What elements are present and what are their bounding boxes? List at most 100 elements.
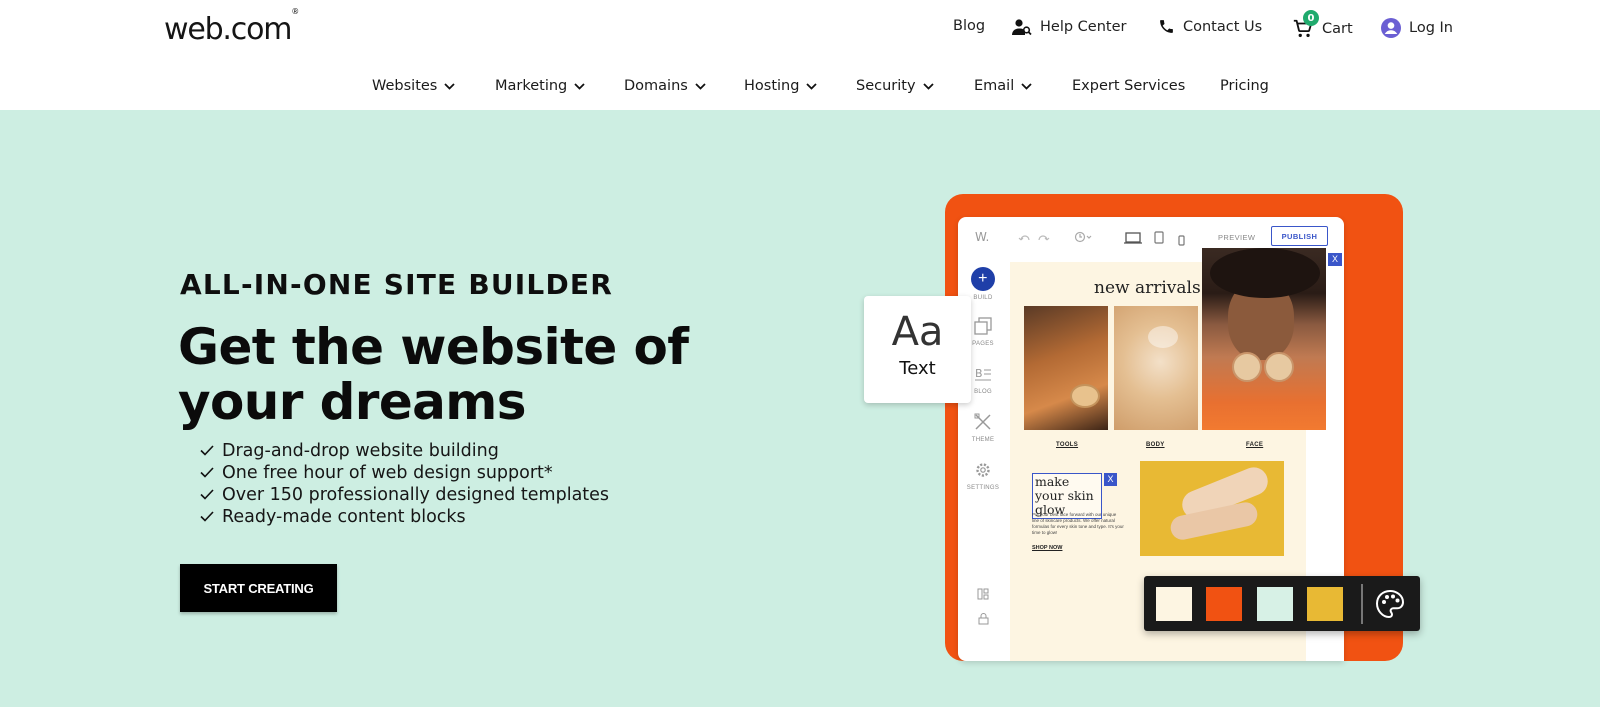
contact-us-link[interactable]: Contact Us — [1158, 18, 1262, 35]
log-in-link[interactable]: Log In — [1381, 18, 1453, 38]
nav-marketing[interactable]: Marketing — [495, 78, 585, 94]
check-icon — [200, 484, 214, 506]
pages-label: PAGES — [972, 341, 994, 347]
help-center-label: Help Center — [1040, 19, 1127, 35]
palette-swatch[interactable] — [1307, 587, 1343, 621]
phone-icon — [1158, 18, 1175, 35]
text-widget-label: Text — [899, 358, 936, 379]
help-center-link[interactable]: Help Center — [1012, 18, 1126, 36]
palette-swatch[interactable] — [1257, 587, 1293, 621]
blog-link[interactable]: Blog — [953, 18, 985, 34]
nav-label: Websites — [372, 78, 438, 94]
close-icon[interactable]: X — [1328, 253, 1342, 266]
theme-label: THEME — [971, 437, 995, 443]
check-icon — [200, 462, 214, 484]
nav-pricing[interactable]: Pricing — [1220, 78, 1269, 94]
nav-label: Domains — [624, 78, 688, 94]
cart-count-badge: 0 — [1303, 10, 1319, 26]
feature-text: One free hour of web design support* — [222, 463, 553, 483]
cart-icon: 0 — [1292, 10, 1319, 40]
cart-link[interactable]: 0 Cart — [1292, 10, 1353, 40]
feature-item: Ready-made content blocks — [200, 506, 609, 528]
promo-body: Put your best face forward with our uniq… — [1032, 512, 1124, 535]
text-widget-glyph: Aa — [891, 309, 944, 355]
text-widget-card[interactable]: Aa Text — [864, 296, 971, 403]
canvas-heading: new arrivals — [1094, 278, 1201, 298]
mobile-view-icon — [1178, 233, 1185, 251]
tools-photo — [1024, 306, 1108, 430]
builder-logo: W. — [975, 230, 990, 244]
lock-icon[interactable] — [978, 612, 989, 630]
nav-security[interactable]: Security — [856, 78, 934, 94]
hero-section: ALL-IN-ONE SITE BUILDER Get the website … — [0, 110, 1600, 707]
paint-palette-icon[interactable] — [1374, 588, 1406, 625]
palette-swatch[interactable] — [1156, 587, 1192, 621]
nav-label: Pricing — [1220, 78, 1269, 94]
nav-label: Expert Services — [1072, 78, 1186, 94]
settings-label: SETTINGS — [966, 485, 1000, 491]
chevron-down-icon — [444, 78, 455, 94]
palette-divider — [1361, 584, 1363, 624]
gear-icon — [974, 461, 992, 481]
nav-label: Hosting — [744, 78, 800, 94]
start-creating-button[interactable]: START CREATING — [180, 564, 337, 612]
category-label: TOOLS — [1056, 442, 1079, 448]
plus-icon: + — [971, 267, 995, 291]
check-icon — [200, 506, 214, 528]
nav-hosting[interactable]: Hosting — [744, 78, 818, 94]
feature-item: One free hour of web design support* — [200, 462, 609, 484]
chevron-down-icon — [695, 78, 706, 94]
svg-text:B: B — [975, 367, 983, 380]
log-in-label: Log In — [1409, 20, 1453, 36]
nav-label: Marketing — [495, 78, 568, 94]
feature-text: Ready-made content blocks — [222, 507, 466, 527]
nav-domains[interactable]: Domains — [624, 78, 706, 94]
body-photo — [1114, 306, 1198, 430]
blog-icon: B — [974, 365, 992, 385]
nav-email[interactable]: Email — [974, 78, 1032, 94]
layout-icon[interactable] — [977, 587, 989, 605]
feature-text: Drag-and-drop website building — [222, 441, 499, 461]
top-header: web.com® Blog Help Center Contact Us 0 C… — [0, 0, 1600, 58]
nav-expert-services[interactable]: Expert Services — [1072, 78, 1185, 94]
chevron-down-icon — [574, 78, 585, 94]
pages-icon — [974, 317, 992, 337]
chevron-down-icon — [806, 78, 818, 94]
user-account-icon — [1381, 18, 1401, 38]
close-icon[interactable]: X — [1104, 473, 1117, 486]
theme-tool[interactable]: THEME — [958, 413, 1008, 443]
category-label: BODY — [1146, 442, 1165, 448]
feature-text: Over 150 professionally designed templat… — [222, 485, 610, 505]
color-palette-bar — [1144, 576, 1420, 631]
undo-redo-icon — [1018, 231, 1050, 249]
main-nav: Websites Marketing Domains Hosting Secur… — [0, 72, 1600, 100]
cart-label: Cart — [1322, 21, 1353, 37]
feature-list: Drag-and-drop website building One free … — [200, 440, 609, 528]
category-label: FACE — [1246, 442, 1264, 448]
nav-label: Security — [856, 78, 916, 94]
hero-eyebrow: ALL-IN-ONE SITE BUILDER — [180, 268, 613, 301]
blog-link-label: Blog — [953, 18, 986, 34]
publish-button[interactable]: PUBLISH — [1271, 226, 1328, 246]
feature-item: Drag-and-drop website building — [200, 440, 609, 462]
nav-websites[interactable]: Websites — [372, 78, 455, 94]
build-label: BUILD — [973, 295, 993, 301]
palette-swatch[interactable] — [1206, 587, 1242, 621]
face-photo — [1202, 248, 1326, 430]
settings-tool[interactable]: SETTINGS — [958, 461, 1008, 491]
desktop-view-icon — [1124, 231, 1142, 249]
preview-button[interactable]: PREVIEW — [1218, 233, 1255, 242]
shop-now-link[interactable]: SHOP NOW — [1032, 545, 1062, 551]
hero-headline: Get the website of your dreams — [178, 318, 689, 431]
brush-icon — [974, 413, 992, 433]
feature-item: Over 150 professionally designed templat… — [200, 484, 609, 506]
tablet-view-icon — [1154, 231, 1164, 249]
check-icon — [200, 440, 214, 462]
site-logo[interactable]: web.com® — [164, 7, 299, 47]
contact-us-label: Contact Us — [1183, 18, 1263, 35]
chevron-down-icon — [1021, 78, 1032, 94]
hands-photo — [1140, 461, 1284, 556]
blog-label: BLOG — [974, 389, 992, 395]
history-icon — [1074, 230, 1092, 248]
chevron-down-icon — [922, 78, 934, 94]
